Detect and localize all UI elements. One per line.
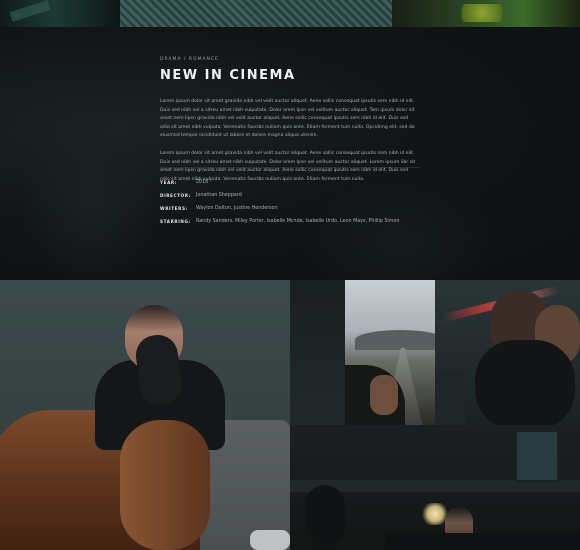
credit-row-writers: WRITERS: Waylon Dalton, Justine Henderso…	[160, 202, 420, 215]
photo-silhouette	[305, 485, 345, 545]
gallery-photo-embrace[interactable]	[435, 280, 580, 425]
gallery-photo-man-in-chair[interactable]	[0, 280, 290, 550]
photo-gallery	[0, 280, 580, 550]
photo-shoe	[250, 530, 290, 550]
photo-mountain	[355, 330, 435, 350]
credit-value: Randy Sanders, Miley Porter, Isabelle Mc…	[196, 219, 400, 224]
credit-value: Waylon Dalton, Justine Henderson	[196, 206, 278, 211]
top-photo-center	[120, 0, 392, 27]
hero-content: DRAMA / ROMANCE NEW IN CINEMA Lorem ipsu…	[160, 57, 420, 184]
photo-shirt	[475, 340, 575, 425]
gallery-photo-dark-figure[interactable]	[290, 280, 345, 425]
credit-key: WRITERS:	[160, 206, 188, 211]
top-photo-right	[392, 0, 580, 27]
gallery-photo-road-trip[interactable]	[345, 280, 435, 425]
credit-value: 2018	[196, 180, 209, 185]
credit-value: Jonathan Sheppard	[196, 193, 242, 198]
credit-row-director: DIRECTOR: Jonathan Sheppard	[160, 189, 420, 202]
gallery-photo-bar-scene[interactable]	[290, 425, 580, 550]
hero-section: DRAMA / ROMANCE NEW IN CINEMA Lorem ipsu…	[0, 27, 580, 280]
top-photo-strip	[0, 0, 580, 27]
credit-row-year: YEAR: 2018	[160, 176, 420, 189]
page-title: NEW IN CINEMA	[160, 68, 296, 83]
photo-hand	[370, 375, 398, 415]
photo-bystander	[435, 370, 465, 425]
genre-label: DRAMA / ROMANCE	[160, 57, 219, 62]
photo-counter	[385, 533, 580, 550]
credits-list: YEAR: 2018 DIRECTOR: Jonathan Sheppard W…	[160, 176, 420, 228]
credit-key: DIRECTOR:	[160, 193, 191, 198]
credit-row-starring: STARRING: Randy Sanders, Miley Porter, I…	[160, 215, 420, 228]
top-photo-left	[0, 0, 120, 27]
credit-key: STARRING:	[160, 219, 191, 224]
photo-armchair-arm	[120, 420, 210, 550]
photo-window	[515, 430, 559, 482]
description-paragraph-1: Lorem ipsum dolor sit amet gravida nibh …	[160, 99, 415, 139]
credit-key: YEAR:	[160, 180, 178, 185]
